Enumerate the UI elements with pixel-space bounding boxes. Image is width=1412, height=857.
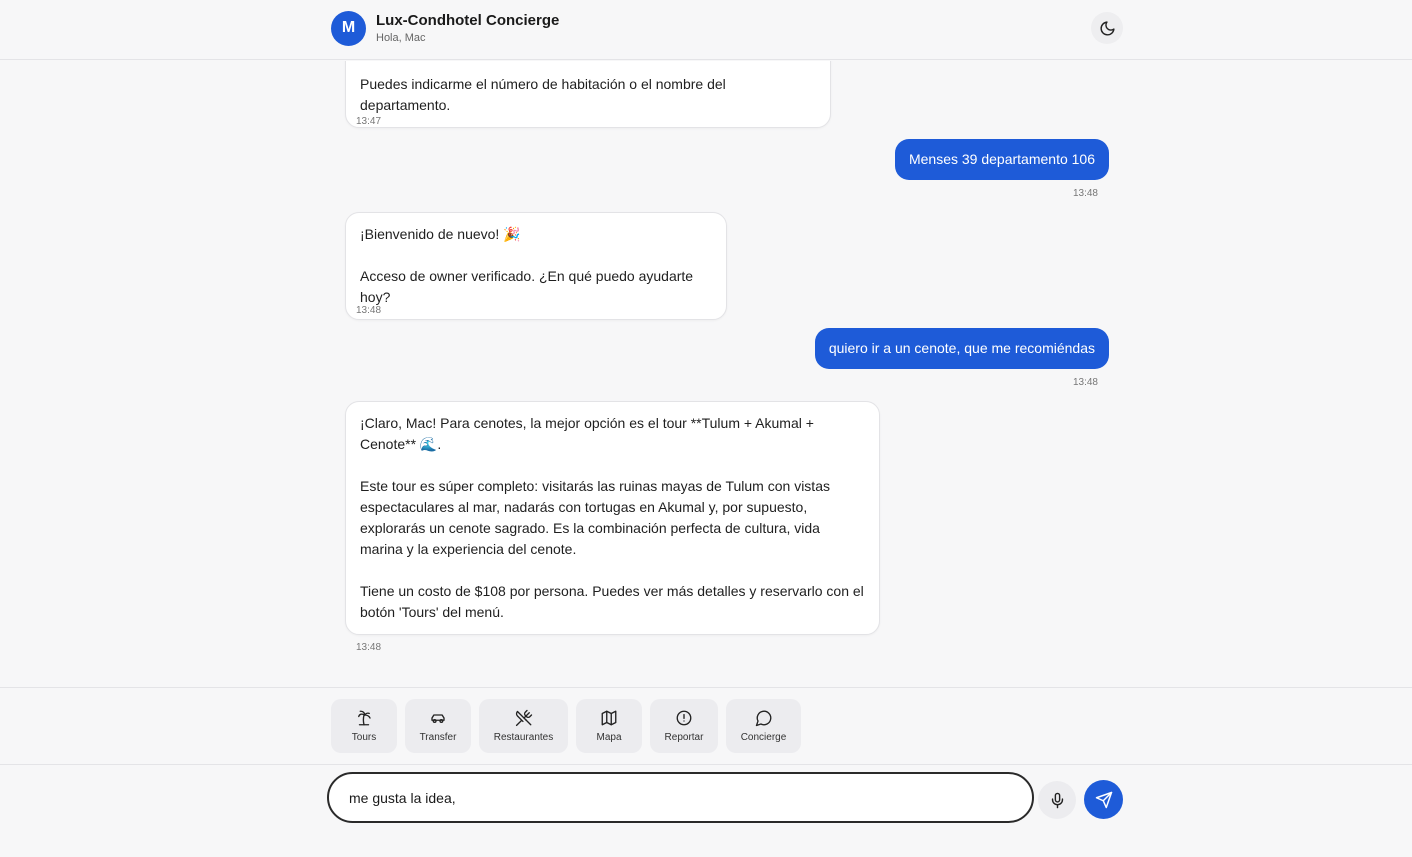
header: M Lux-Condhotel Concierge Hola, Mac xyxy=(0,0,1412,60)
theme-toggle-button[interactable] xyxy=(1091,12,1123,44)
mapa-button[interactable]: Mapa xyxy=(576,699,642,753)
message-time: 13:48 xyxy=(1072,377,1098,388)
microphone-button[interactable] xyxy=(1038,781,1076,819)
message-time: 13:48 xyxy=(356,642,382,653)
quick-action-label: Reportar xyxy=(664,732,704,743)
chat-messages[interactable]: Puedes indicarme el número de habitación… xyxy=(0,61,1412,687)
alert-circle-icon xyxy=(676,710,692,726)
message-text: ¡Claro, Mac! Para cenotes, la mejor opci… xyxy=(360,415,864,620)
quick-action-label: Transfer xyxy=(419,732,457,743)
greeting: Hola, Mac xyxy=(376,31,426,44)
composer xyxy=(0,766,1412,857)
quick-action-label: Tours xyxy=(351,732,377,743)
tours-button[interactable]: Tours xyxy=(331,699,397,753)
utensils-crossed-icon xyxy=(515,709,532,727)
moon-icon xyxy=(1100,20,1115,35)
app-title: Lux-Condhotel Concierge xyxy=(376,11,560,29)
bot-message: ¡Bienvenido de nuevo! 🎉 Acceso de owner … xyxy=(345,212,727,320)
transfer-button[interactable]: Transfer xyxy=(405,699,471,753)
microphone-icon xyxy=(1051,792,1063,808)
chat-bubble-icon xyxy=(755,710,771,727)
user-message: Menses 39 departamento 106 xyxy=(894,139,1109,180)
quick-action-label: Mapa xyxy=(596,732,622,743)
message-text: ¡Bienvenido de nuevo! 🎉 Acceso de owner … xyxy=(360,226,694,305)
bot-message: Puedes indicarme el número de habitación… xyxy=(345,61,831,128)
palm-tree-icon xyxy=(358,710,371,726)
message-time: 13:47 xyxy=(356,116,382,127)
map-icon xyxy=(601,710,617,726)
brand: M Lux-Condhotel Concierge Hola, Mac xyxy=(331,10,559,46)
header-inner: M Lux-Condhotel Concierge Hola, Mac xyxy=(331,8,1123,48)
concierge-button[interactable]: Concierge xyxy=(726,699,801,753)
quick-actions-bar: Tours Transfer Restaurantes Mapa Reporta… xyxy=(0,687,1412,765)
car-icon xyxy=(431,714,445,724)
bot-message: ¡Claro, Mac! Para cenotes, la mejor opci… xyxy=(345,401,880,635)
app: M Lux-Condhotel Concierge Hola, Mac Pued… xyxy=(0,0,1412,857)
message-text: Puedes indicarme el número de habitación… xyxy=(360,76,730,113)
user-message: quiero ir a un cenote, que me recomiénda… xyxy=(814,328,1109,369)
message-time: 13:48 xyxy=(356,305,382,316)
send-icon xyxy=(1095,791,1112,808)
quick-action-label: Concierge xyxy=(740,732,787,743)
message-input-wrapper[interactable] xyxy=(327,772,1034,823)
restaurantes-button[interactable]: Restaurantes xyxy=(479,699,568,753)
message-time: 13:48 xyxy=(1072,188,1098,199)
quick-actions: Tours Transfer Restaurantes Mapa Reporta… xyxy=(331,699,801,753)
message-text: Menses 39 departamento 106 xyxy=(908,151,1095,167)
send-button[interactable] xyxy=(1084,780,1123,819)
message-text: quiero ir a un cenote, que me recomiénda… xyxy=(828,340,1095,356)
quick-action-label: Restaurantes xyxy=(493,732,554,743)
avatar: M xyxy=(331,10,366,46)
message-input[interactable] xyxy=(349,789,1012,806)
reportar-button[interactable]: Reportar xyxy=(650,699,718,753)
brand-text: Lux-Condhotel Concierge Hola, Mac xyxy=(376,12,559,45)
